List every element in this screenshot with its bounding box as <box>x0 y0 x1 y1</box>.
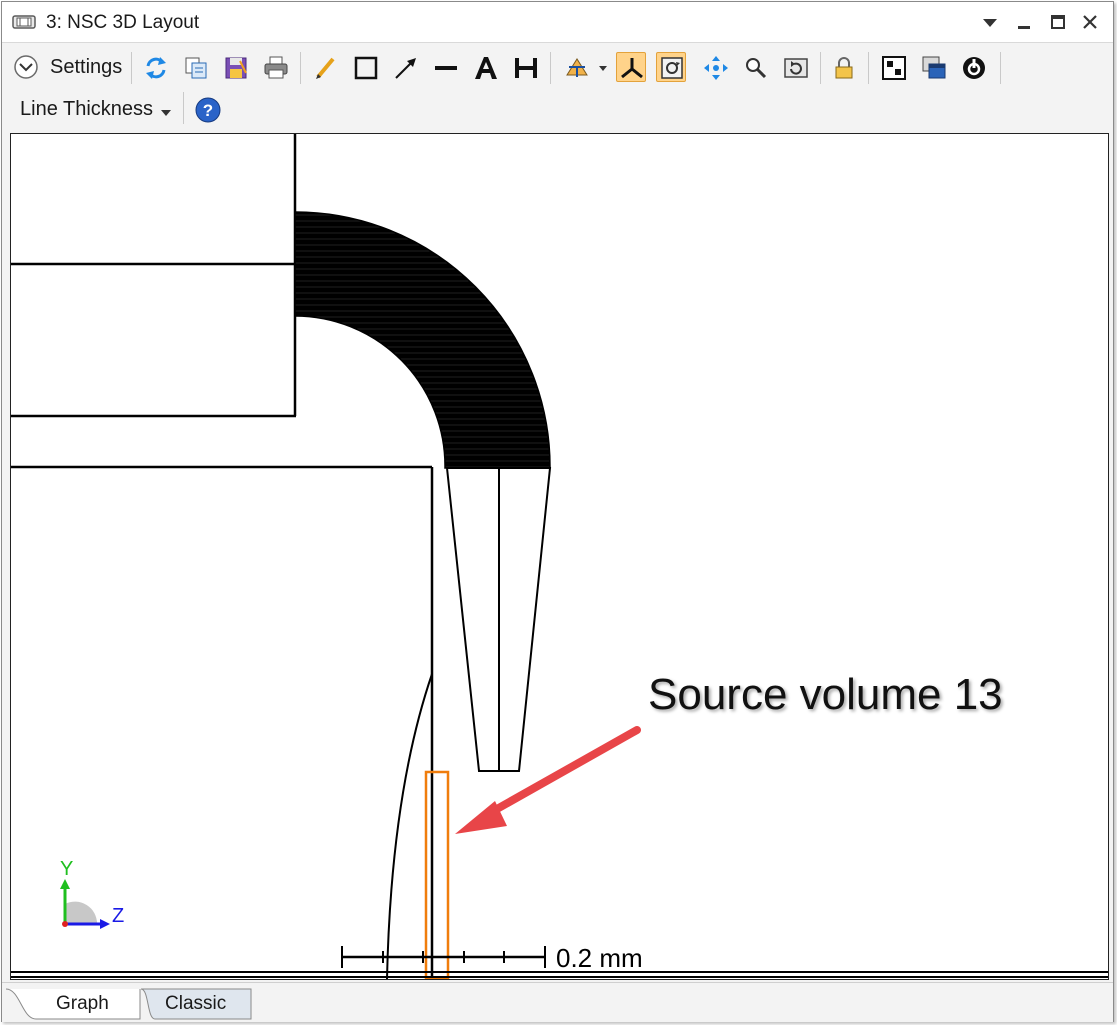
window-layout-button[interactable] <box>878 52 908 82</box>
draw-pencil-button[interactable] <box>310 52 340 82</box>
lock-button[interactable] <box>828 52 858 82</box>
draw-line-button[interactable] <box>430 52 460 82</box>
line-icon <box>435 66 457 70</box>
curved-bend-element <box>294 211 551 469</box>
zoom-button[interactable] <box>740 52 770 82</box>
window-stack-icon <box>922 56 946 79</box>
toolbar-separator <box>550 52 551 84</box>
axis-y-label: Y <box>60 858 73 880</box>
source-volume-annotation: Source volume 13 <box>648 670 1003 719</box>
help-button[interactable]: ? <box>192 94 222 124</box>
toolbar-separator <box>820 52 821 84</box>
axis-z-label: Z <box>112 905 124 927</box>
printer-icon <box>264 56 288 79</box>
toolbar-separator <box>183 92 184 124</box>
reset-view-icon <box>784 58 808 78</box>
tab-graph-label: Graph <box>56 993 109 1014</box>
toolbar-separator <box>131 52 132 84</box>
pan-button[interactable] <box>700 52 730 82</box>
rotate-view-icon <box>566 58 607 77</box>
nsc-3d-layout-window: 3: NSC 3D Layout Settings Line Thickness… <box>1 1 1114 1022</box>
lock-icon <box>835 57 853 79</box>
settings-label: Settings <box>50 56 123 78</box>
draw-dimension-button[interactable] <box>510 52 540 82</box>
svg-text:?: ? <box>203 101 213 120</box>
save-icon <box>225 57 247 79</box>
power-icon <box>963 57 985 79</box>
layout-plot-area[interactable]: 0.2 mm Y Z Source volume 13 <box>10 133 1109 980</box>
upper-left-block <box>11 134 297 418</box>
fit-view-toggle-button[interactable] <box>656 52 686 82</box>
minimize-icon[interactable] <box>1012 10 1036 34</box>
draw-rectangle-button[interactable] <box>350 52 380 82</box>
rotate-view-dropdown-button[interactable] <box>560 52 610 82</box>
toolbar-separator <box>300 52 301 84</box>
fit-view-icon <box>661 57 683 79</box>
scale-bar-label: 0.2 mm <box>556 943 643 973</box>
dimension-icon <box>515 58 537 78</box>
line-thickness-dropdown[interactable]: Line Thickness <box>12 94 178 124</box>
title-bar[interactable]: 3: NSC 3D Layout <box>2 2 1113 43</box>
arrow-icon <box>395 58 416 79</box>
view-tabs: Graph Classic <box>2 982 1113 1022</box>
copy-button[interactable] <box>180 52 210 82</box>
toolbar-separator <box>868 52 869 84</box>
close-icon[interactable] <box>1078 10 1102 34</box>
window-menu-dropdown-icon[interactable] <box>978 10 1002 34</box>
chevron-down-icon <box>161 110 171 116</box>
line-thickness-label: Line Thickness <box>20 98 154 120</box>
scale-bar <box>341 946 546 968</box>
copy-icon <box>185 57 207 79</box>
print-button[interactable] <box>260 52 290 82</box>
zoom-magnifier-icon <box>746 58 767 79</box>
settings-button[interactable]: Settings <box>12 52 128 82</box>
refresh-icon <box>146 57 166 79</box>
refresh-button[interactable] <box>140 52 170 82</box>
help-icon: ? <box>195 97 221 123</box>
tab-graph[interactable]: Graph <box>6 987 141 1020</box>
power-options-button[interactable] <box>958 52 988 82</box>
toolbar-separator <box>1000 52 1001 84</box>
expand-chevron-icon <box>14 55 38 79</box>
new-window-button[interactable] <box>918 52 948 82</box>
axes-view-toggle-button[interactable] <box>616 52 646 82</box>
pan-arrows-icon <box>704 56 728 80</box>
tab-classic-label: Classic <box>165 993 227 1014</box>
draw-arrow-button[interactable] <box>390 52 420 82</box>
annotation-arrow <box>455 726 641 834</box>
reset-view-button[interactable] <box>780 52 810 82</box>
grid-layout-icon <box>882 56 906 80</box>
main-toolbar: Settings <box>2 46 1113 86</box>
secondary-toolbar: Line Thickness ? <box>2 90 1113 130</box>
draw-text-button[interactable] <box>470 52 500 82</box>
axis-triad-icon <box>60 879 110 929</box>
rectangle-icon <box>354 56 378 80</box>
save-button[interactable] <box>220 52 250 82</box>
maximize-icon[interactable] <box>1046 10 1070 34</box>
axes-icon <box>621 58 643 79</box>
pencil-icon <box>316 57 335 79</box>
window-title: 3: NSC 3D Layout <box>46 12 200 33</box>
layout-window-icon <box>12 12 36 32</box>
text-icon <box>475 57 497 79</box>
tab-classic[interactable]: Classic <box>141 987 252 1020</box>
